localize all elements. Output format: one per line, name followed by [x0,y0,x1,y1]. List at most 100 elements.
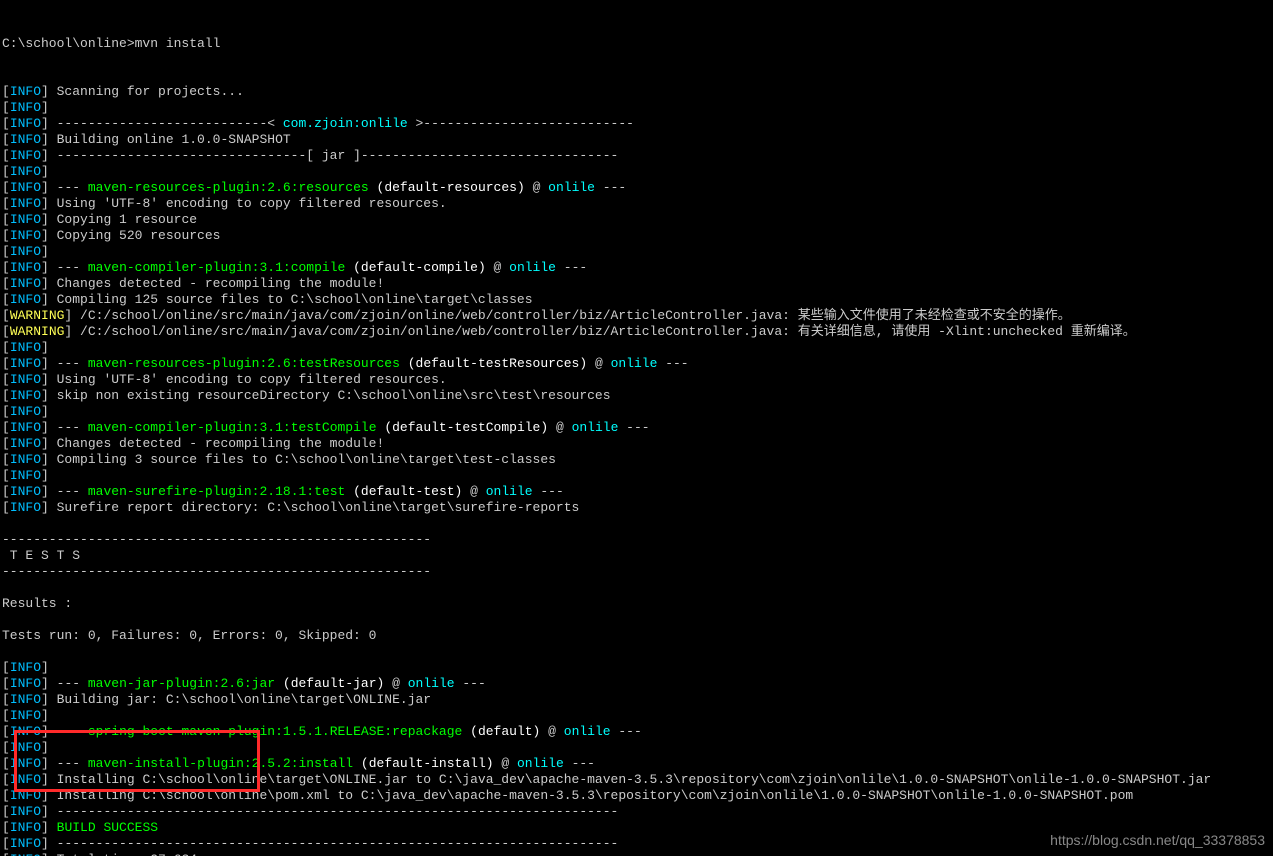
text-segment: [ [2,164,10,179]
text-segment: [ [2,740,10,755]
terminal-line: [INFO] --- maven-compiler-plugin:3.1:com… [2,260,1271,276]
text-segment: [ [2,452,10,467]
terminal-line: [INFO] --------------------------------[… [2,148,1271,164]
terminal-line [2,516,1271,532]
terminal-line: [INFO] Surefire report directory: C:\sch… [2,500,1271,516]
terminal-line [2,644,1271,660]
text-segment: [ [2,148,10,163]
text-segment: [ [2,356,10,371]
text-segment: INFO [10,836,41,851]
terminal-line: ----------------------------------------… [2,564,1271,580]
text-segment: onlile [611,356,658,371]
terminal-line: ----------------------------------------… [2,532,1271,548]
text-segment: ] Surefire report directory: C:\school\o… [41,500,579,515]
watermark-text: https://blog.csdn.net/qq_33378853 [1050,832,1265,848]
text-segment: --- [57,484,88,499]
text-segment: INFO [10,164,41,179]
text-segment: [ [2,132,10,147]
terminal-window[interactable]: C:\school\online>mvn install [INFO] Scan… [0,0,1273,856]
text-segment: --- [57,420,88,435]
text-segment: WARNING [10,308,65,323]
text-segment: ----------------------------------------… [2,532,431,547]
text-segment: onlile [564,724,611,739]
terminal-line: [INFO] --- spring-boot-maven-plugin:1.5.… [2,724,1271,740]
text-segment: [ [2,804,10,819]
text-segment: ] [41,836,57,851]
text-segment: com.zjoin:onlile [283,116,408,131]
text-segment: ] Using 'UTF-8' encoding to copy filtere… [41,196,447,211]
text-segment: [ [2,788,10,803]
text-segment: ----------------------------------------… [57,804,619,819]
text-segment: ] Copying 520 resources [41,228,220,243]
text-segment: INFO [10,244,41,259]
text-segment: (default-testResources) [408,356,587,371]
text-segment: ] Compiling 3 source files to C:\school\… [41,452,556,467]
text-segment: [ [2,468,10,483]
text-segment: @ [494,756,517,771]
terminal-line: [INFO] [2,100,1271,116]
text-segment: ] [41,340,49,355]
text-segment: ] [41,756,57,771]
terminal-line: [INFO] --- maven-compiler-plugin:3.1:tes… [2,420,1271,436]
text-segment: INFO [10,788,41,803]
text-segment: ] Copying 1 resource [41,212,197,227]
text-segment: WARNING [10,324,65,339]
terminal-line: [INFO] Scanning for projects... [2,84,1271,100]
text-segment: ] ---------------------------< [41,116,283,131]
text-segment: ] [41,804,57,819]
text-segment: --- [533,484,564,499]
text-segment: --- [57,180,88,195]
text-segment: maven-install-plugin:2.5.2:install [88,756,353,771]
terminal-line: [INFO] Using 'UTF-8' encoding to copy fi… [2,372,1271,388]
text-segment: [ [2,820,10,835]
text-segment: INFO [10,196,41,211]
terminal-line: [INFO] Building jar: C:\school\online\ta… [2,692,1271,708]
terminal-line: [INFO] [2,244,1271,260]
text-segment: maven-jar-plugin:2.6:jar [88,676,275,691]
text-segment: [ [2,756,10,771]
text-segment: [ [2,308,10,323]
text-segment: maven-surefire-plugin:2.18.1:test [88,484,345,499]
text-segment: ] Total time: 27.634 s [41,852,213,856]
text-segment: maven-compiler-plugin:3.1:testCompile [88,420,377,435]
text-segment: INFO [10,212,41,227]
text-segment: onlile [509,260,556,275]
text-segment: @ [462,484,485,499]
text-segment: INFO [10,452,41,467]
text-segment: [ [2,836,10,851]
text-segment: ] [41,676,57,691]
text-segment: INFO [10,724,41,739]
text-segment: ] Building online 1.0.0-SNAPSHOT [41,132,291,147]
text-segment: ] Scanning for projects... [41,84,244,99]
text-segment: --- [57,756,88,771]
text-segment: ] Installing C:\school\online\pom.xml to… [41,788,1133,803]
text-segment: onlile [486,484,533,499]
terminal-line: [INFO] [2,404,1271,420]
text-segment: INFO [10,84,41,99]
text-segment: [ [2,404,10,419]
text-segment: --- [595,180,626,195]
terminal-line: [INFO] Installing C:\school\online\targe… [2,772,1271,788]
text-segment: maven-resources-plugin:2.6:resources [88,180,369,195]
text-segment: INFO [10,356,41,371]
terminal-line: [INFO] Installing C:\school\online\pom.x… [2,788,1271,804]
text-segment: onlile [572,420,619,435]
terminal-line: [INFO] Copying 1 resource [2,212,1271,228]
text-segment: ] [41,404,49,419]
text-segment: --- [564,756,595,771]
text-segment: ] [41,484,57,499]
text-segment: ] [41,820,57,835]
terminal-line: [INFO] --- maven-surefire-plugin:2.18.1:… [2,484,1271,500]
text-segment: onlile [408,676,455,691]
text-segment: INFO [10,756,41,771]
terminal-output: [INFO] Scanning for projects...[INFO][IN… [2,84,1271,856]
text-segment: ] /C:/school/online/src/main/java/com/zj… [64,324,1135,339]
text-segment: maven-compiler-plugin:3.1:compile [88,260,345,275]
text-segment: spring-boot-maven-plugin:1.5.1.RELEASE:r… [88,724,462,739]
text-segment: INFO [10,708,41,723]
text-segment: [ [2,772,10,787]
text-segment: --- [657,356,688,371]
text-segment: ] Changes detected - recompiling the mod… [41,436,384,451]
terminal-line: [INFO] Total time: 27.634 s [2,852,1271,856]
text-segment: [ [2,500,10,515]
